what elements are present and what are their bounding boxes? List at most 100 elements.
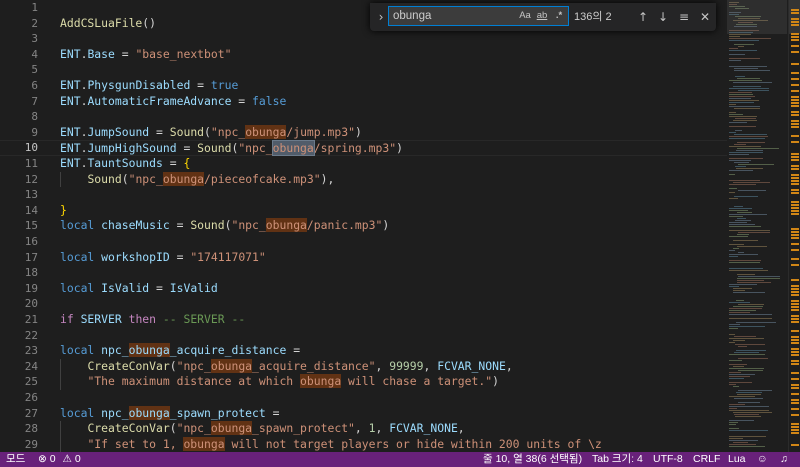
scrollbar-match-marker bbox=[791, 399, 799, 401]
error-icon: ⊗ bbox=[38, 453, 47, 465]
scrollbar-match-marker bbox=[791, 384, 799, 386]
scrollbar-match-marker bbox=[791, 63, 799, 65]
minimap-line bbox=[729, 268, 763, 269]
lines-icon[interactable]: ≡ bbox=[675, 7, 693, 27]
minimap-line bbox=[729, 88, 769, 89]
minimap-line bbox=[729, 302, 750, 303]
language-mode[interactable]: Lua bbox=[728, 452, 746, 467]
scrollbar-match-marker bbox=[791, 96, 799, 98]
scrollbar-match-marker bbox=[791, 315, 799, 317]
minimap-line bbox=[729, 102, 754, 103]
minimap-line bbox=[729, 226, 761, 227]
minimap-line bbox=[729, 244, 744, 245]
code-line: ENT.AutomaticFrameAdvance = false bbox=[60, 93, 287, 108]
minimap-line bbox=[729, 308, 762, 309]
scrollbar-match-marker bbox=[791, 303, 799, 305]
scrollbar-match-marker bbox=[791, 204, 799, 206]
line-number: 11 bbox=[24, 157, 38, 170]
arrow-down-icon[interactable]: ↓ bbox=[654, 7, 672, 27]
match-case-button[interactable]: Aa bbox=[517, 8, 533, 24]
line-number: 15 bbox=[24, 219, 38, 233]
minimap-line bbox=[734, 196, 758, 197]
minimap-line bbox=[729, 396, 755, 397]
whole-word-button[interactable]: ab bbox=[534, 8, 550, 24]
code-editor[interactable]: 1 2 3 4 5 6 7 8 9 10 11 12 13 14 15 16 17 18 19 20 21 22 23 24 2… bbox=[0, 0, 800, 452]
minimap-line bbox=[729, 254, 758, 255]
scrollbar-match-marker bbox=[791, 201, 799, 203]
minimap[interactable] bbox=[727, 0, 787, 452]
search-match: obunga bbox=[210, 358, 253, 373]
minimap-line bbox=[729, 40, 759, 41]
arrow-up-icon[interactable]: ↑ bbox=[634, 7, 652, 27]
line-ending[interactable]: CRLF bbox=[693, 452, 720, 467]
minimap-line bbox=[734, 206, 743, 207]
close-icon[interactable]: ✕ bbox=[696, 7, 714, 27]
minimap-line bbox=[738, 276, 780, 277]
minimap-line bbox=[729, 270, 768, 271]
minimap-line bbox=[737, 234, 749, 235]
minimap-viewport[interactable] bbox=[727, 0, 787, 34]
scrollbar-slider[interactable] bbox=[789, 0, 800, 34]
scrollbar-match-marker bbox=[791, 414, 799, 416]
minimap-line bbox=[737, 142, 765, 143]
minimap-line bbox=[733, 82, 772, 83]
regex-button[interactable]: .* bbox=[551, 8, 567, 24]
minimap-line bbox=[729, 318, 772, 319]
minimap-line bbox=[734, 44, 754, 45]
minimap-line bbox=[729, 158, 763, 159]
code-area[interactable]: AddCSLuaFile() ENT.Base = "base_nextbot"… bbox=[0, 0, 784, 452]
line-number: 7 bbox=[31, 94, 38, 108]
minimap-line bbox=[729, 374, 755, 375]
minimap-line bbox=[729, 328, 738, 329]
tab-size[interactable]: Tab 크기: 4 bbox=[592, 452, 643, 467]
bell-icon[interactable]: ♫ bbox=[780, 452, 788, 467]
line-number: 18 bbox=[24, 266, 38, 280]
minimap-line bbox=[734, 414, 759, 415]
scrollbar-match-marker bbox=[791, 120, 799, 122]
minimap-line bbox=[738, 390, 772, 391]
cursor-position[interactable]: 줄 10, 열 38(6 선택됨) bbox=[483, 452, 582, 467]
minimap-line bbox=[729, 284, 757, 285]
vertical-scrollbar[interactable] bbox=[788, 0, 800, 452]
minimap-line bbox=[729, 334, 735, 335]
scrollbar-match-marker bbox=[791, 192, 799, 194]
problems-indicator[interactable]: ⊗ 0 ⚠ 0 bbox=[38, 452, 81, 467]
scrollbar-match-marker bbox=[791, 348, 799, 350]
find-input[interactable] bbox=[393, 7, 513, 25]
code-line: "The maximum distance at which obunga wi… bbox=[87, 374, 499, 389]
code-line: local npc_obunga_spawn_protect = bbox=[60, 405, 280, 420]
status-mode[interactable]: 모드 bbox=[6, 452, 25, 467]
search-match: obunga bbox=[210, 421, 253, 436]
feedback-icon[interactable]: ☺ bbox=[757, 452, 768, 467]
toggle-replace-button[interactable]: › bbox=[374, 7, 388, 27]
minimap-line bbox=[738, 252, 744, 253]
minimap-line bbox=[734, 398, 763, 399]
minimap-line bbox=[733, 366, 744, 367]
scrollbar-match-marker bbox=[791, 33, 799, 35]
search-match-current: obunga bbox=[271, 140, 315, 157]
minimap-line bbox=[729, 114, 743, 115]
minimap-line bbox=[729, 230, 770, 231]
warning-icon: ⚠ bbox=[62, 453, 72, 465]
minimap-line bbox=[729, 174, 735, 175]
minimap-line bbox=[738, 304, 764, 305]
minimap-line bbox=[729, 436, 766, 437]
line-number: 19 bbox=[24, 281, 38, 295]
scrollbar-match-marker bbox=[791, 372, 799, 374]
minimap-line bbox=[737, 212, 752, 213]
encoding[interactable]: UTF-8 bbox=[653, 452, 683, 467]
minimap-line bbox=[729, 188, 737, 189]
minimap-line bbox=[729, 236, 748, 237]
minimap-line bbox=[729, 406, 769, 407]
find-input-box: Aa ab .* bbox=[388, 6, 569, 26]
minimap-line bbox=[729, 136, 768, 137]
minimap-line bbox=[729, 104, 736, 105]
minimap-line bbox=[729, 106, 760, 107]
code-line: local chaseMusic = Sound("npc_obunga/pan… bbox=[60, 218, 390, 233]
minimap-line bbox=[729, 36, 740, 37]
minimap-line bbox=[729, 384, 736, 385]
scrollbar-match-marker bbox=[791, 294, 799, 296]
line-number: 13 bbox=[24, 188, 38, 202]
